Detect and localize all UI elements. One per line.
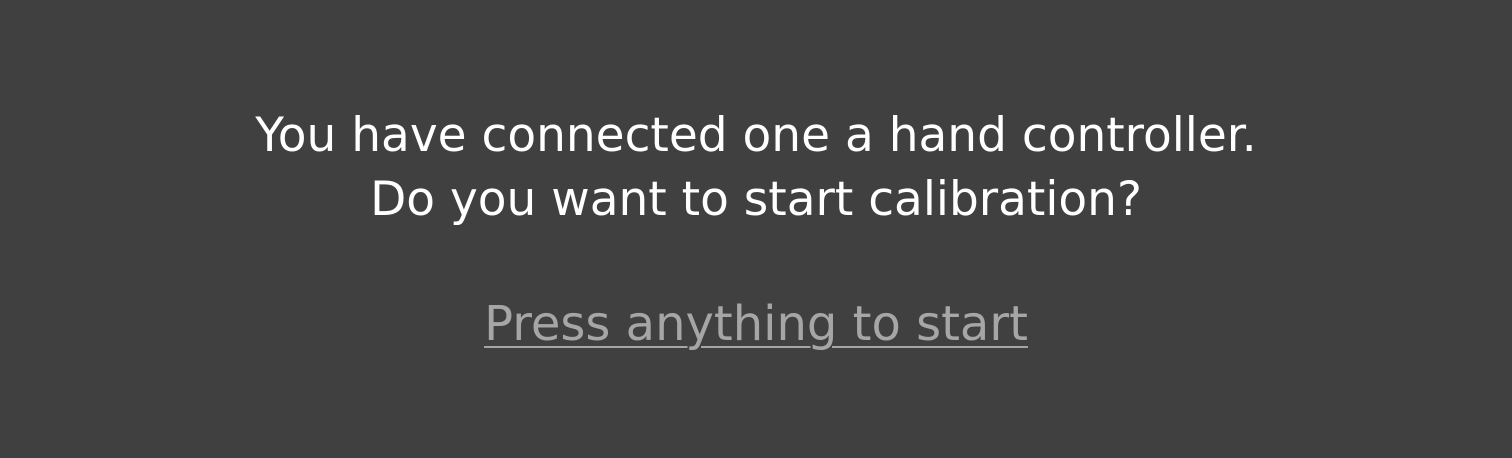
start-calibration-link[interactable]: Press anything to start <box>484 296 1028 352</box>
message-line-connected: You have connected one a hand controller… <box>255 108 1257 163</box>
start-link-container: Press anything to start <box>0 294 1512 354</box>
message-line-start-calibration: Do you want to start calibration? <box>370 172 1142 227</box>
calibration-dialog: You have connected one a hand controller… <box>0 0 1512 458</box>
calibration-message: You have connected one a hand controller… <box>0 104 1512 232</box>
